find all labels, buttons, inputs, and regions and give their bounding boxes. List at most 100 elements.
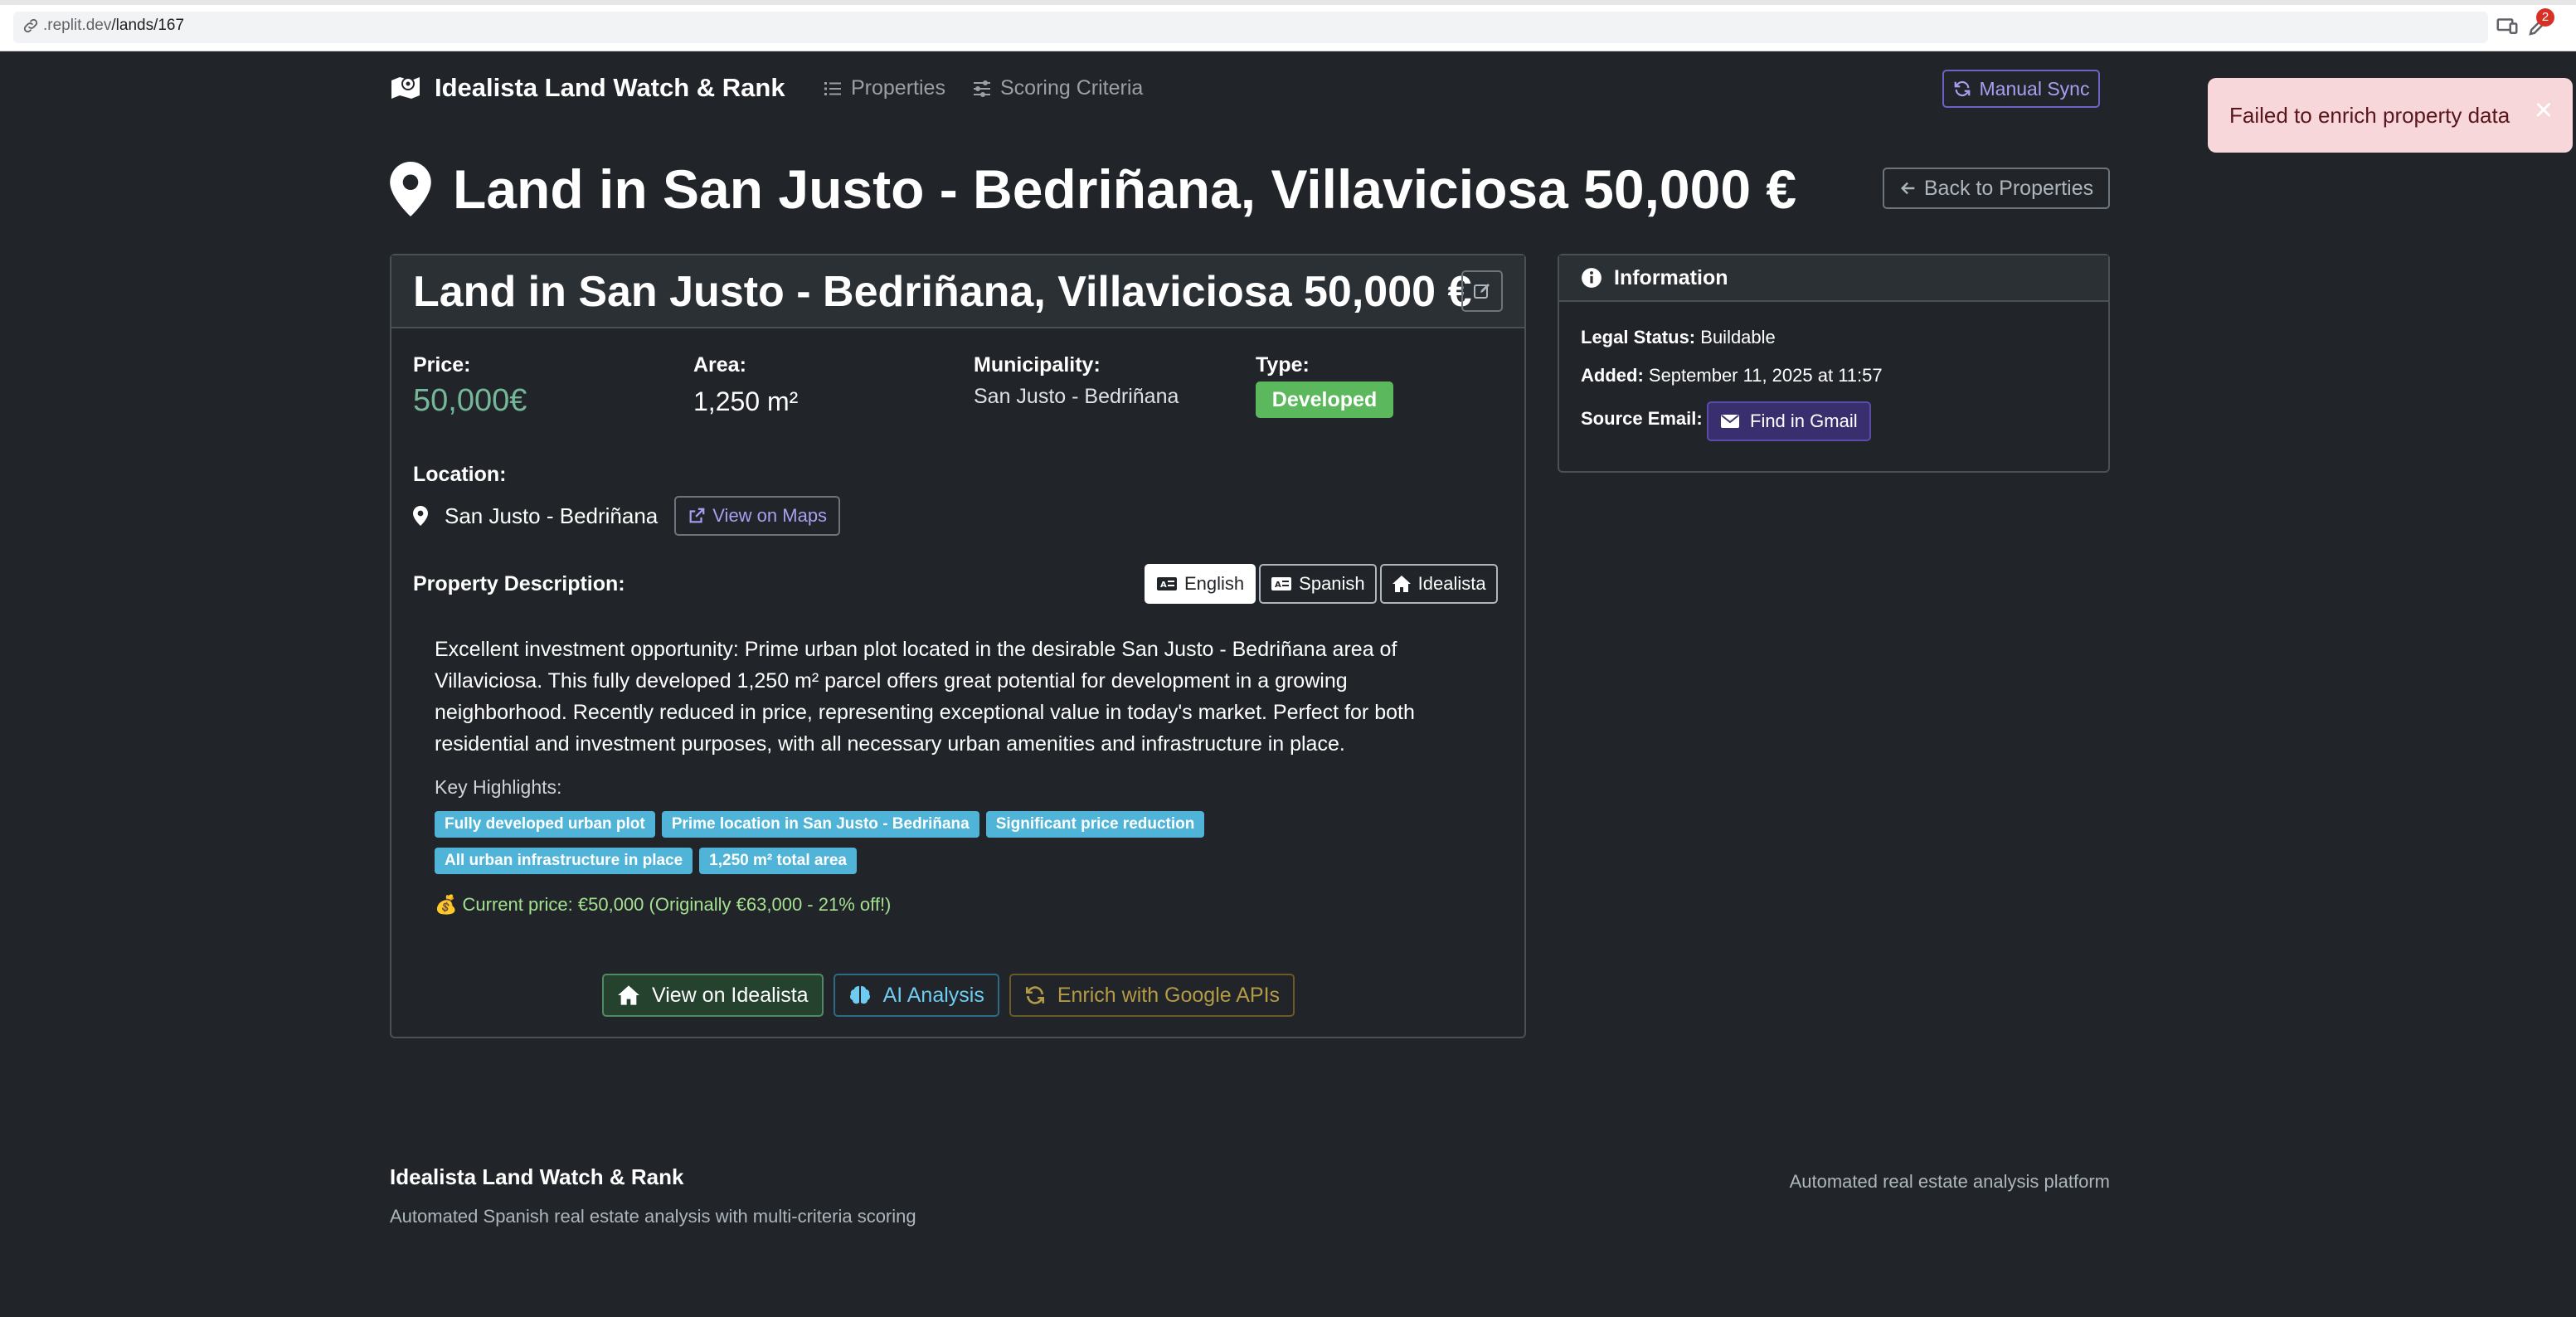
added-value: September 11, 2025 at 11:57	[1648, 365, 1883, 386]
manual-sync-button[interactable]: Manual Sync	[1942, 70, 2100, 108]
edit-icon	[1474, 284, 1490, 299]
language-toggle: A English A Spanish Idealista	[1145, 564, 1498, 604]
notification-badge: 2	[2536, 8, 2554, 27]
enrich-google-label: Enrich with Google APIs	[1057, 983, 1281, 1007]
page-title: Land in San Justo - Bedriñana, Villavici…	[390, 158, 1796, 221]
info-icon	[1582, 268, 1601, 288]
svg-text:A: A	[1160, 581, 1167, 590]
added-date: Added: September 11, 2025 at 11:57	[1581, 365, 1883, 386]
price-label: Price:	[413, 353, 471, 377]
page-title-text: Land in San Justo - Bedriñana, Villavici…	[453, 158, 1797, 220]
back-label: Back to Properties	[1923, 176, 2094, 200]
legal-status-label: Legal Status:	[1581, 327, 1696, 347]
external-link-icon	[689, 508, 705, 523]
lang-english-label: English	[1184, 573, 1245, 594]
find-in-gmail-button[interactable]: Find in Gmail	[1707, 401, 1871, 441]
type-badge: Developed	[1256, 381, 1393, 418]
footer-title: Idealista Land Watch & Rank	[390, 1164, 684, 1189]
lang-spanish-label: Spanish	[1299, 573, 1365, 594]
highlight-chip: 1,250 m² total area	[699, 848, 857, 874]
highlight-chip: All urban infrastructure in place	[435, 848, 693, 874]
footer-tagline: Automated real estate analysis platform	[1789, 1171, 2110, 1192]
brain-icon	[849, 986, 870, 1004]
added-label: Added:	[1581, 365, 1644, 386]
home-icon	[618, 985, 639, 1005]
ai-analysis-button[interactable]: AI Analysis	[833, 974, 999, 1017]
description-label: Property Description:	[413, 572, 625, 595]
legal-status-value: Buildable	[1700, 327, 1776, 347]
property-card: Land in San Justo - Bedriñana, Villavici…	[390, 254, 1526, 1038]
nav-scoring-label: Scoring Criteria	[1000, 76, 1144, 100]
url-path: /lands/167	[111, 17, 185, 34]
url-text[interactable]: .replit.dev/lands/167	[43, 17, 184, 35]
information-header: Information	[1559, 255, 2108, 302]
map-icon	[391, 77, 420, 99]
list-icon	[824, 81, 841, 95]
location-value: San Justo - Bedriñana	[445, 503, 659, 528]
view-on-maps-label: View on Maps	[712, 505, 828, 526]
lang-spanish-button[interactable]: A Spanish	[1259, 564, 1377, 604]
lang-idealista-button[interactable]: Idealista	[1379, 564, 1498, 604]
source-email: Source Email:	[1581, 408, 1703, 430]
language-icon: A	[1271, 577, 1292, 590]
browser-tab-strip	[0, 0, 2576, 5]
source-email-label: Source Email:	[1581, 408, 1703, 429]
location-label: Location:	[413, 463, 507, 486]
key-highlights: Fully developed urban plot Prime locatio…	[435, 811, 1264, 874]
brand[interactable]: Idealista Land Watch & Rank	[390, 73, 785, 103]
highlight-chip: Fully developed urban plot	[435, 811, 655, 838]
nav-properties-label: Properties	[851, 76, 945, 100]
map-marker-icon	[390, 162, 431, 216]
nav-scoring-criteria[interactable]: Scoring Criteria	[972, 76, 1143, 100]
link-icon	[23, 18, 38, 33]
municipality-value: San Justo - Bedriñana	[974, 385, 1179, 408]
svg-text:A: A	[1275, 581, 1281, 590]
information-title: Information	[1614, 265, 1728, 289]
location-row: San Justo - Bedriñana View on Maps	[413, 496, 841, 536]
arrow-left-icon	[1900, 182, 1915, 195]
action-buttons: View on Idealista AI Analysis Enrich wit…	[602, 974, 1295, 1017]
address-bar[interactable]	[13, 12, 2488, 43]
legal-status: Legal Status: Buildable	[1581, 327, 1776, 348]
language-icon: A	[1157, 577, 1177, 590]
envelope-icon	[1721, 415, 1739, 428]
toast-message: Failed to enrich property data	[2229, 103, 2510, 128]
top-navbar: Idealista Land Watch & Rank Properties S…	[390, 70, 2112, 108]
property-description: Excellent investment opportunity: Prime …	[435, 638, 1415, 756]
sync-icon	[1025, 986, 1044, 1004]
information-card: Information Legal Status: Buildable Adde…	[1558, 254, 2110, 473]
brand-name: Idealista Land Watch & Rank	[435, 73, 785, 102]
url-domain: .replit.dev	[43, 17, 112, 34]
municipality-label: Municipality:	[974, 353, 1101, 377]
view-on-idealista-label: View on Idealista	[652, 983, 809, 1007]
sync-icon	[1954, 80, 1970, 97]
home-icon	[1392, 576, 1411, 592]
devices-icon[interactable]	[2495, 13, 2520, 38]
lang-idealista-label: Idealista	[1417, 573, 1486, 594]
location-pin-icon	[413, 506, 428, 526]
edit-button[interactable]	[1461, 270, 1503, 312]
footer-subtitle: Automated Spanish real estate analysis w…	[390, 1206, 916, 1227]
nav-properties[interactable]: Properties	[823, 76, 945, 100]
back-to-properties-button[interactable]: Back to Properties	[1883, 168, 2110, 209]
highlight-chip: Prime location in San Justo - Bedriñana	[661, 811, 979, 838]
manual-sync-label: Manual Sync	[1979, 77, 2090, 100]
sliders-icon	[974, 80, 990, 97]
highlight-chip: Significant price reduction	[985, 811, 1205, 838]
view-on-maps-button[interactable]: View on Maps	[674, 496, 841, 536]
error-toast: Failed to enrich property data ×	[2208, 78, 2573, 153]
price-value: 50,000€	[413, 383, 527, 418]
find-in-gmail-label: Find in Gmail	[1750, 411, 1858, 431]
property-card-title: Land in San Justo - Bedriñana, Villavici…	[413, 268, 1472, 316]
lang-english-button[interactable]: A English	[1145, 564, 1256, 604]
browser-toolbar: .replit.dev/lands/167 2	[0, 0, 2576, 51]
key-highlights-label: Key Highlights:	[435, 776, 562, 798]
area-label: Area:	[693, 353, 746, 377]
close-icon[interactable]: ×	[2535, 93, 2553, 129]
enrich-google-button[interactable]: Enrich with Google APIs	[1009, 974, 1295, 1017]
property-card-header: Land in San Justo - Bedriñana, Villavici…	[391, 255, 1524, 328]
area-value: 1,250 m²	[693, 386, 799, 416]
price-note: 💰 Current price: €50,000 (Originally €63…	[435, 894, 892, 915]
type-label: Type:	[1256, 353, 1310, 377]
view-on-idealista-button[interactable]: View on Idealista	[602, 974, 824, 1017]
